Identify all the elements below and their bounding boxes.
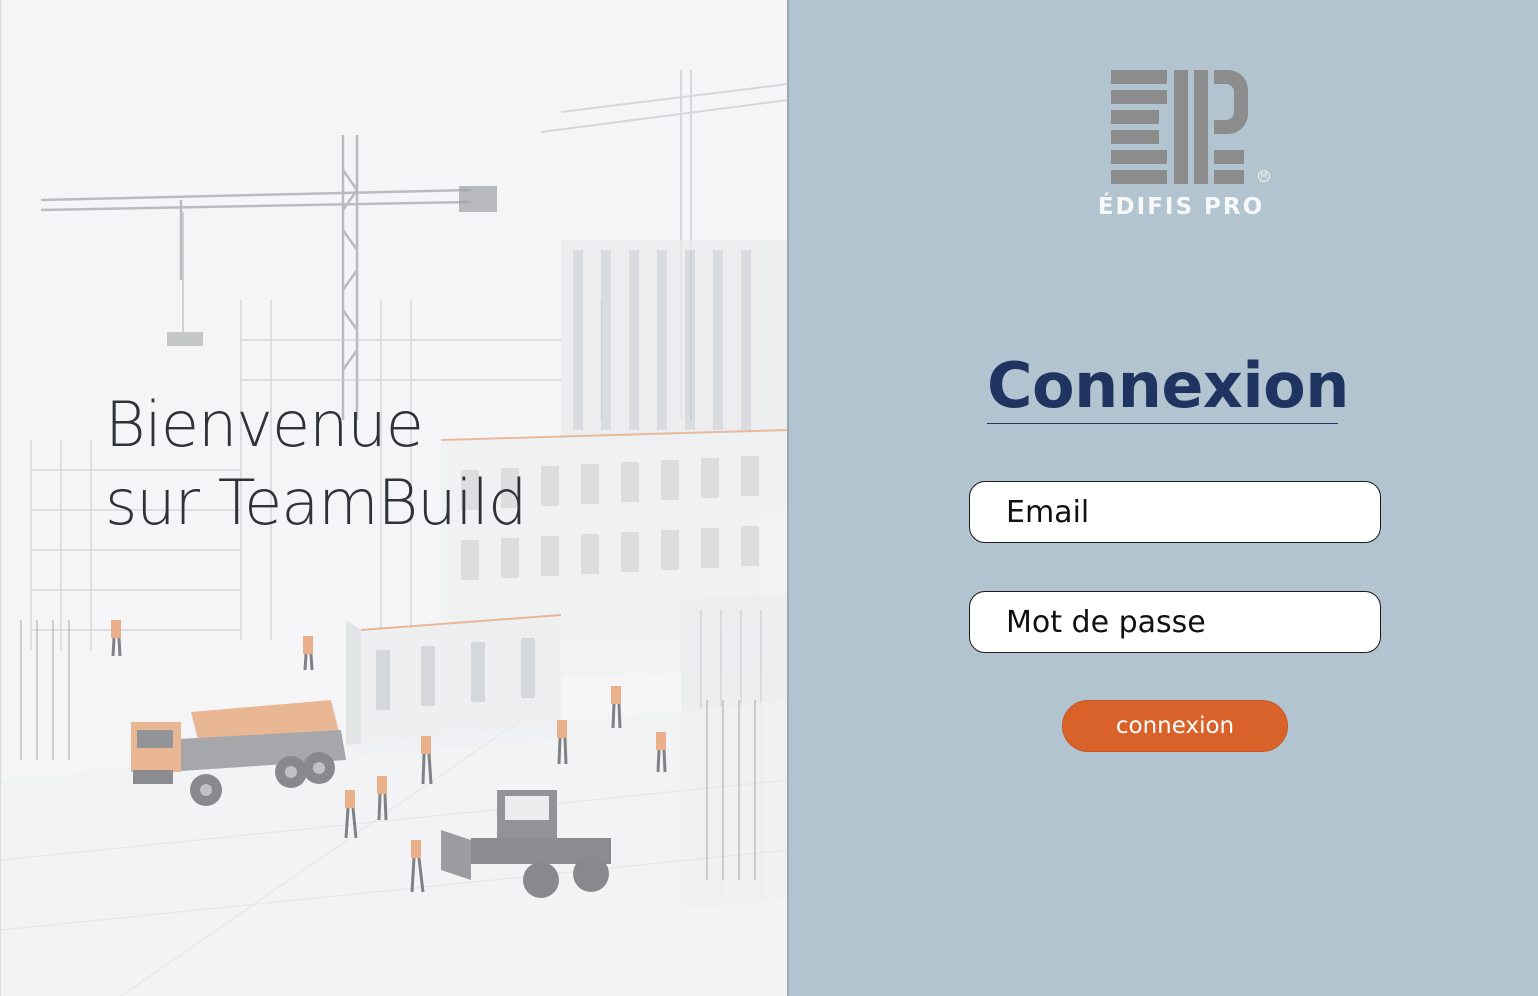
hero-section: Bienvenue sur TeamBuild: [0, 0, 787, 996]
login-title: Connexion: [987, 349, 1349, 422]
email-field[interactable]: [969, 481, 1381, 543]
welcome-line-1: Bienvenue: [105, 388, 424, 461]
brand-name: ÉDIFIS PRO: [1097, 194, 1265, 220]
welcome-heading: Bienvenue sur TeamBuild: [105, 386, 527, 542]
edifis-pro-logo-icon: [1111, 70, 1248, 184]
welcome-line-2: sur TeamBuild: [105, 466, 527, 539]
password-field[interactable]: [969, 591, 1381, 653]
login-button[interactable]: connexion: [1062, 700, 1288, 752]
login-page: Bienvenue sur TeamBuild M ÉDIFIS PRO Con…: [0, 0, 1538, 996]
title-underline: [987, 423, 1338, 424]
trademark-mark: M: [1258, 170, 1270, 182]
brand-logo: M ÉDIFIS PRO: [1086, 68, 1276, 224]
